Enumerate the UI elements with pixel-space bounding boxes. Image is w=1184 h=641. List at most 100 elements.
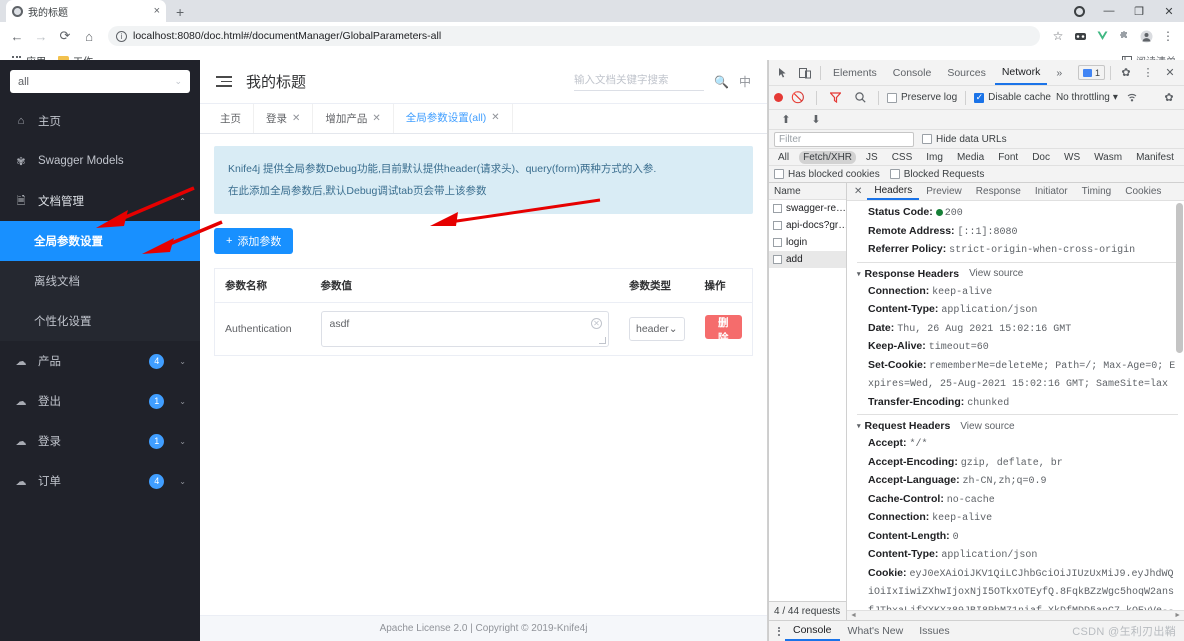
sidebar-group-order[interactable]: ☁ 订单 4 ⌄: [0, 461, 200, 501]
type-filter-ws[interactable]: WS: [1060, 151, 1084, 164]
sidebar-group-logout[interactable]: ☁ 登出 1 ⌄: [0, 381, 200, 421]
detail-tab-headers[interactable]: Headers: [867, 183, 920, 201]
window-close-button[interactable]: ✕: [1154, 0, 1184, 22]
response-headers-section-title[interactable]: ▾ Response Headers View source: [857, 261, 1178, 283]
tab-home[interactable]: 主页: [208, 104, 254, 133]
devtools-tab-network[interactable]: Network: [994, 60, 1048, 85]
sidebar-group-login[interactable]: ☁ 登录 1 ⌄: [0, 421, 200, 461]
search-icon[interactable]: 🔍: [714, 75, 729, 89]
throttling-select[interactable]: No throttling ▾: [1056, 92, 1118, 103]
language-toggle[interactable]: 中: [739, 73, 751, 90]
extension-dark-icon[interactable]: [1070, 26, 1090, 46]
scroll-right-arrow-icon[interactable]: ►: [1174, 612, 1181, 619]
add-parameter-button[interactable]: + 添加参数: [214, 228, 294, 254]
detail-tab-preview[interactable]: Preview: [919, 183, 969, 200]
vue-devtools-icon[interactable]: [1092, 26, 1112, 46]
back-button[interactable]: ←: [6, 25, 28, 47]
forward-button[interactable]: →: [30, 25, 52, 47]
type-filter-img[interactable]: Img: [922, 151, 947, 164]
close-icon[interactable]: ✕: [491, 112, 499, 123]
sidebar-item-offline-doc[interactable]: 离线文档: [0, 261, 200, 301]
sidebar-item-document-manage[interactable]: 🗎 文档管理 ⌃: [0, 181, 200, 221]
reload-button[interactable]: ⟳: [54, 25, 76, 47]
request-row-swagger-resources[interactable]: swagger-re…: [769, 200, 846, 217]
minimize-button[interactable]: —: [1094, 0, 1124, 22]
detail-tab-initiator[interactable]: Initiator: [1028, 183, 1075, 200]
drawer-tab-whats-new[interactable]: What's New: [840, 621, 912, 641]
new-tab-button[interactable]: +: [176, 4, 184, 20]
request-row-add[interactable]: add: [769, 251, 846, 269]
close-icon[interactable]: ✕: [372, 113, 380, 124]
inspect-element-icon[interactable]: [773, 63, 793, 83]
hide-data-urls-checkbox[interactable]: Hide data URLs: [922, 134, 1007, 145]
resize-handle[interactable]: [598, 337, 606, 344]
profile-indicator-icon[interactable]: [1064, 0, 1094, 22]
record-dot-icon[interactable]: [774, 93, 783, 102]
funnel-filter-icon[interactable]: [825, 88, 845, 108]
network-conditions-icon[interactable]: [1123, 88, 1143, 108]
tab-add-product[interactable]: 增加产品 ✕: [313, 104, 394, 133]
detail-close-icon[interactable]: ✕: [849, 186, 867, 197]
type-filter-doc[interactable]: Doc: [1028, 151, 1054, 164]
profile-avatar-icon[interactable]: [1136, 26, 1156, 46]
has-blocked-cookies-checkbox[interactable]: Has blocked cookies: [774, 169, 880, 180]
response-view-source-link[interactable]: View source: [969, 268, 1023, 279]
browser-tab[interactable]: 我的标题 ×: [6, 0, 166, 22]
puzzle-extension-icon[interactable]: [1114, 26, 1134, 46]
clear-circle-slash-icon[interactable]: 🚫: [788, 88, 808, 108]
download-har-icon[interactable]: ⬇: [806, 110, 826, 130]
type-filter-media[interactable]: Media: [953, 151, 988, 164]
sidebar-item-global-parameters[interactable]: 全局参数设置: [0, 221, 200, 261]
delete-parameter-button[interactable]: 删除: [704, 314, 742, 344]
type-filter-font[interactable]: Font: [994, 151, 1022, 164]
close-icon[interactable]: ×: [154, 5, 160, 17]
request-view-source-link[interactable]: View source: [960, 421, 1014, 432]
device-toolbar-icon[interactable]: [795, 63, 815, 83]
sidebar-item-home[interactable]: ⌂ 主页: [0, 101, 200, 141]
devtools-more-tabs[interactable]: »: [1049, 60, 1069, 85]
clear-circle-icon[interactable]: ✕: [590, 318, 602, 329]
tab-login[interactable]: 登录 ✕: [254, 104, 314, 133]
devtools-close-icon[interactable]: ✕: [1160, 63, 1180, 83]
gear-icon[interactable]: ✿: [1116, 63, 1136, 83]
request-row-api-docs[interactable]: api-docs?gr…: [769, 217, 846, 234]
bookmark-star-icon[interactable]: ☆: [1048, 26, 1068, 46]
headers-scroll-area[interactable]: Status Code: 200 Remote Address: [::1]:8…: [847, 201, 1184, 610]
kebab-menu-icon[interactable]: [773, 626, 785, 636]
type-filter-css[interactable]: CSS: [888, 151, 917, 164]
scroll-left-arrow-icon[interactable]: ◄: [850, 612, 857, 619]
preserve-log-checkbox[interactable]: Preserve log: [887, 92, 957, 103]
search-icon[interactable]: [850, 88, 870, 108]
headers-vertical-scrollbar[interactable]: [1176, 203, 1183, 608]
home-button[interactable]: ⌂: [78, 25, 100, 47]
sidebar-group-product[interactable]: ☁ 产品 4 ⌄: [0, 341, 200, 381]
detail-tab-cookies[interactable]: Cookies: [1118, 183, 1168, 200]
kebab-menu-icon[interactable]: ⋮: [1138, 63, 1158, 83]
type-filter-js[interactable]: JS: [862, 151, 882, 164]
detail-tab-response[interactable]: Response: [969, 183, 1028, 200]
headers-horizontal-scrollbar[interactable]: ◄ ►: [847, 610, 1184, 621]
search-input[interactable]: 输入文档关键字搜索: [574, 72, 705, 91]
parameter-type-select[interactable]: header ⌄: [628, 317, 685, 341]
type-filter-wasm[interactable]: Wasm: [1090, 151, 1126, 164]
maximize-button[interactable]: ❐: [1124, 0, 1154, 22]
address-bar[interactable]: i localhost:8080/doc.html#/documentManag…: [108, 26, 1040, 46]
site-info-icon[interactable]: i: [116, 30, 127, 42]
drawer-tab-issues[interactable]: Issues: [911, 621, 957, 641]
devtools-tab-sources[interactable]: Sources: [940, 60, 993, 85]
disable-cache-checkbox[interactable]: Disable cache: [974, 91, 1051, 103]
api-group-select[interactable]: all ⌄: [10, 70, 190, 93]
detail-tab-timing[interactable]: Timing: [1075, 183, 1119, 200]
devtools-tab-console[interactable]: Console: [886, 60, 939, 85]
request-headers-section-title[interactable]: ▾ Request Headers View source: [857, 414, 1178, 435]
drawer-tab-console[interactable]: Console: [785, 621, 840, 641]
type-filter-manifest[interactable]: Manifest: [1132, 151, 1178, 164]
sidebar-item-swagger-models[interactable]: ✾ Swagger Models: [0, 141, 200, 181]
type-filter-fetch-xhr[interactable]: Fetch/XHR: [799, 150, 857, 164]
blocked-requests-checkbox[interactable]: Blocked Requests: [889, 169, 984, 180]
parameter-value-textarea[interactable]: asdf ✕: [320, 311, 609, 347]
close-icon[interactable]: ✕: [292, 113, 300, 124]
message-count-badge[interactable]: 1: [1077, 65, 1105, 80]
request-row-login[interactable]: login: [769, 234, 846, 251]
type-filter-all[interactable]: All: [774, 151, 793, 164]
